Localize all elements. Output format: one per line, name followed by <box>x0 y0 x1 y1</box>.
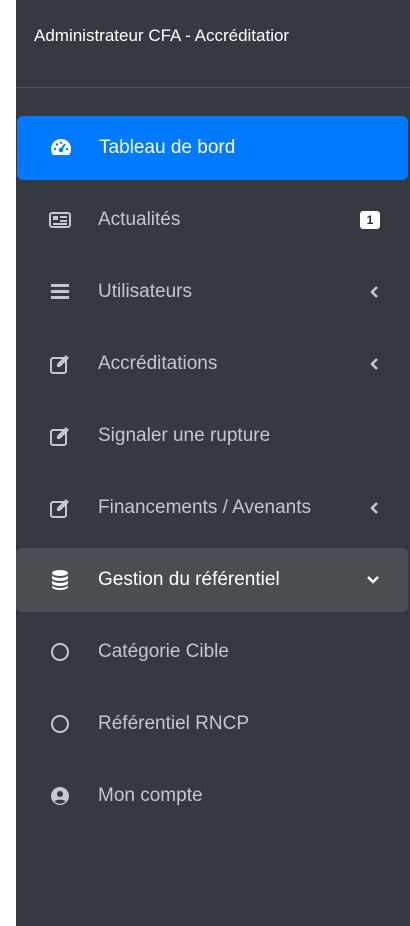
edit-icon <box>48 496 72 520</box>
nav-label: Tableau de bord <box>99 137 236 158</box>
dashboard-gauge-icon <box>49 136 73 160</box>
brand-divider <box>16 87 410 88</box>
edit-icon <box>48 424 72 448</box>
list-icon <box>48 280 72 304</box>
circle-outline-icon <box>48 712 72 736</box>
chevron-down-icon <box>366 573 380 587</box>
nav-item-gestion-du-referentiel[interactable]: Gestion du référentiel <box>16 548 408 612</box>
brand-title[interactable]: Administrateur CFA - Accréditatior <box>34 24 410 48</box>
nav-label: Gestion du référentiel <box>98 569 280 590</box>
database-icon <box>48 568 72 592</box>
nav-label: Référentiel RNCP <box>98 713 249 734</box>
nav-label: Mon compte <box>98 785 203 806</box>
nav-item-utilisateurs[interactable]: Utilisateurs <box>16 260 410 324</box>
user-circle-icon <box>48 784 72 808</box>
chevron-left-icon <box>368 357 382 371</box>
chevron-left-icon <box>368 285 382 299</box>
newspaper-icon <box>48 208 72 232</box>
notification-badge: 1 <box>360 211 380 229</box>
nav-label: Signaler une rupture <box>98 425 271 446</box>
nav-item-tableau-de-bord[interactable]: Tableau de bord <box>17 116 408 180</box>
nav-item-categorie-cible[interactable]: Catégorie Cible <box>16 620 410 684</box>
nav-label: Utilisateurs <box>98 281 192 302</box>
nav-label: Financements / Avenants <box>98 497 311 518</box>
nav-item-mon-compte[interactable]: Mon compte <box>16 764 410 828</box>
nav-item-signaler-une-rupture[interactable]: Signaler une rupture <box>16 404 410 468</box>
nav-label: Accréditations <box>98 353 218 374</box>
nav-label: Catégorie Cible <box>98 641 229 662</box>
edit-icon <box>48 352 72 376</box>
nav-item-actualites[interactable]: Actualités 1 <box>16 188 410 252</box>
sidebar: Administrateur CFA - Accréditatior Table… <box>16 0 410 926</box>
nav-label: Actualités <box>98 209 181 230</box>
nav-item-financements-avenants[interactable]: Financements / Avenants <box>16 476 410 540</box>
chevron-left-icon <box>368 501 382 515</box>
nav-item-accreditations[interactable]: Accréditations <box>16 332 410 396</box>
circle-outline-icon <box>48 640 72 664</box>
nav-item-referentiel-rncp[interactable]: Référentiel RNCP <box>16 692 410 756</box>
